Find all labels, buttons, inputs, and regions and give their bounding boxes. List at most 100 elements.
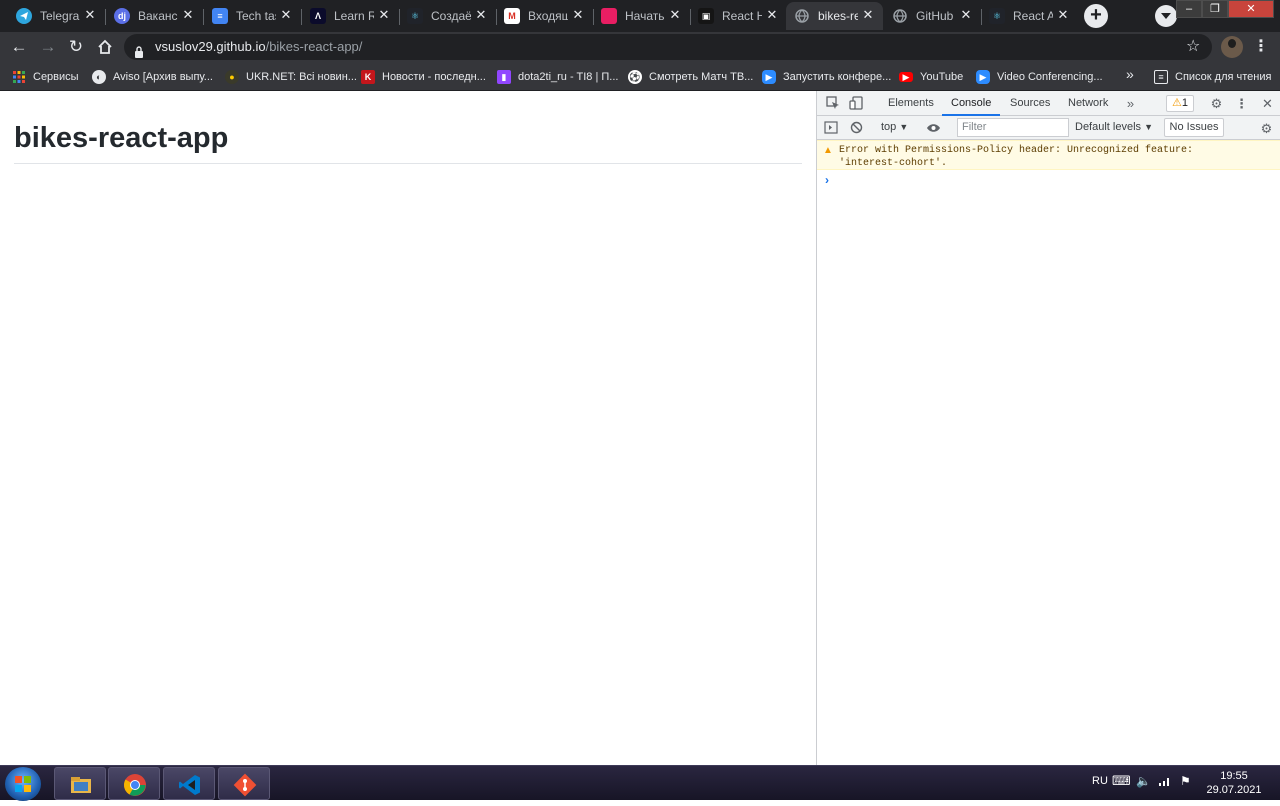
console-prompt[interactable]: › xyxy=(825,173,829,187)
bookmark-services[interactable]: Сервисы xyxy=(12,68,79,86)
filter-input[interactable]: Filter xyxy=(957,118,1069,137)
reading-list-button[interactable]: ≡ Список для чтения xyxy=(1154,68,1271,86)
volume-icon[interactable]: 🔈 xyxy=(1136,774,1151,788)
tab-create[interactable]: ⚛ Создаём ✕ xyxy=(399,2,497,30)
tab-telegram[interactable]: Telegram ✕ xyxy=(8,2,106,30)
bookmark-zoom-start[interactable]: ▶ Запустить конфере... xyxy=(762,68,891,86)
tab-search-button[interactable] xyxy=(1155,5,1177,27)
bookmark-star-icon[interactable]: ☆ xyxy=(1186,36,1200,56)
bookmark-youtube[interactable]: ▶ YouTube xyxy=(899,68,963,86)
git-icon xyxy=(233,773,257,797)
react-icon: ⚛ xyxy=(989,8,1005,24)
tab-start[interactable]: Начать ✕ xyxy=(593,2,691,30)
taskbar-chrome[interactable] xyxy=(108,767,160,800)
close-icon[interactable]: ✕ xyxy=(959,8,973,22)
bookmark-ukrnet[interactable]: ● UKR.NET: Всі новин... xyxy=(225,68,357,86)
tab-network[interactable]: Network xyxy=(1059,91,1117,116)
bookmark-news[interactable]: K Новости - последн... xyxy=(361,68,486,86)
eye-icon[interactable] xyxy=(926,121,941,136)
bookmark-label: Aviso [Архив выпу... xyxy=(113,71,213,83)
context-select[interactable]: top ▼ xyxy=(881,119,908,136)
warnings-badge[interactable]: ⚠1 xyxy=(1166,95,1194,112)
tab-sources[interactable]: Sources xyxy=(1001,91,1059,116)
flag-icon[interactable]: ⚑ xyxy=(1180,774,1191,788)
log-levels-dropdown[interactable]: Default levels ▼ xyxy=(1075,119,1153,136)
profile-avatar[interactable] xyxy=(1221,36,1243,58)
window-controls: – ❐ ✕ xyxy=(1176,0,1274,18)
ball-icon: ⚽ xyxy=(628,70,642,84)
forward-icon[interactable]: → xyxy=(36,35,60,59)
taskbar-git[interactable] xyxy=(218,767,270,800)
ukrnet-icon: ● xyxy=(225,70,239,84)
close-icon[interactable]: ✕ xyxy=(279,8,293,22)
close-icon[interactable]: ✕ xyxy=(571,8,585,22)
minimize-button[interactable]: – xyxy=(1176,0,1202,18)
close-icon[interactable]: ✕ xyxy=(668,8,682,22)
network-signal-icon[interactable] xyxy=(1158,775,1172,790)
warnings-count: 1 xyxy=(1181,97,1188,109)
tab-vacancies[interactable]: dj Вакансии ✕ xyxy=(106,2,204,30)
tab-gmail[interactable]: M Входящие ✕ xyxy=(496,2,594,30)
bookmark-label: UKR.NET: Всі новин... xyxy=(246,71,357,83)
lock-icon[interactable] xyxy=(134,41,144,58)
close-icon[interactable]: ✕ xyxy=(83,8,97,22)
sidebar-toggle-icon[interactable] xyxy=(823,121,838,136)
clock-time: 19:55 xyxy=(1220,770,1248,782)
device-toolbar-icon[interactable] xyxy=(848,96,863,111)
tab-bikes-react-app[interactable]: bikes-react-app ✕ xyxy=(786,2,883,30)
tab-react-hooks[interactable]: ▣ React Hooks ✕ xyxy=(690,2,788,30)
bookmark-aviso[interactable]: ◐ Aviso [Архив выпу... xyxy=(92,68,213,86)
tab-github-pages[interactable]: GitHub Pages ✕ xyxy=(884,2,982,30)
close-icon[interactable]: ✕ xyxy=(765,8,779,22)
warning-icon: ▲ xyxy=(823,145,833,156)
close-icon[interactable]: ✕ xyxy=(474,8,488,22)
page-title: bikes-react-app xyxy=(14,122,229,154)
close-icon[interactable]: ✕ xyxy=(1260,96,1275,111)
taskbar-clock[interactable]: 19:55 29.07.2021 xyxy=(1200,769,1268,797)
clear-console-icon[interactable] xyxy=(849,121,864,136)
close-icon[interactable]: ✕ xyxy=(181,8,195,22)
close-icon[interactable]: ✕ xyxy=(377,8,391,22)
menu-dots-icon[interactable]: ⋮ xyxy=(1234,96,1249,111)
taskbar-explorer[interactable] xyxy=(54,767,106,800)
window-close-button[interactable]: ✕ xyxy=(1228,0,1274,18)
close-icon[interactable]: ✕ xyxy=(1056,8,1070,22)
tab-tech-task[interactable]: ≡ Tech task ✕ xyxy=(204,2,302,30)
back-icon[interactable]: ← xyxy=(7,35,31,59)
issues-button[interactable]: No Issues xyxy=(1164,118,1224,137)
inspect-element-icon[interactable] xyxy=(825,96,840,111)
menu-dots-icon[interactable]: ⋮ xyxy=(1253,36,1269,56)
language-indicator[interactable]: RU xyxy=(1092,775,1108,787)
bookmark-twitch[interactable]: ▮ dota2ti_ru - TI8 | П... xyxy=(497,68,618,86)
tab-title: Telegram xyxy=(40,9,80,23)
bookmark-matchtv[interactable]: ⚽ Смотреть Матч ТВ... xyxy=(628,68,753,86)
tab-learn-react[interactable]: Λ Learn React ✕ xyxy=(302,2,400,30)
gear-icon[interactable]: ⚙ xyxy=(1259,121,1274,136)
new-tab-button[interactable]: + xyxy=(1084,4,1108,28)
devtools-tabbar: Elements Console Sources Network » ⚠1 ⚙ … xyxy=(817,91,1280,116)
address-bar[interactable]: vsuslov29.github.io/bikes-react-app/ xyxy=(124,34,1212,60)
tab-title: Входящие xyxy=(528,9,568,23)
browser-toolbar: ← → ↻ vsuslov29.github.io/bikes-react-ap… xyxy=(0,32,1280,62)
close-icon[interactable]: ✕ xyxy=(861,8,875,22)
tab-react-app[interactable]: ⚛ React App ✕ xyxy=(981,2,1078,30)
chevron-right-icon[interactable]: » xyxy=(1126,66,1134,82)
taskbar-vscode[interactable] xyxy=(163,767,215,800)
docs-icon: ≡ xyxy=(212,8,228,24)
more-tabs-icon[interactable]: » xyxy=(1123,96,1138,111)
tab-elements[interactable]: Elements xyxy=(879,91,943,116)
tab-title: bikes-react-app xyxy=(818,9,858,23)
keyboard-icon[interactable]: ⌨ xyxy=(1112,773,1131,789)
tab-strip: Telegram ✕ dj Вакансии ✕ ≡ Tech task ✕ Λ… xyxy=(0,0,1280,32)
restore-button[interactable]: ❐ xyxy=(1202,0,1228,18)
gear-icon[interactable]: ⚙ xyxy=(1209,96,1224,111)
start-button[interactable] xyxy=(5,767,41,801)
windows-taskbar: RU ⌨ 🔈 ⚑ 19:55 29.07.2021 xyxy=(0,765,1280,801)
react-icon: ⚛ xyxy=(407,8,423,24)
bookmark-video-conferencing[interactable]: ▶ Video Conferencing... xyxy=(976,68,1103,86)
tab-console[interactable]: Console xyxy=(942,91,1001,116)
home-icon[interactable] xyxy=(93,35,117,59)
warning-icon: ⚠ xyxy=(1172,97,1182,109)
bookmark-label: Сервисы xyxy=(33,71,79,83)
reload-icon[interactable]: ↻ xyxy=(64,35,88,59)
